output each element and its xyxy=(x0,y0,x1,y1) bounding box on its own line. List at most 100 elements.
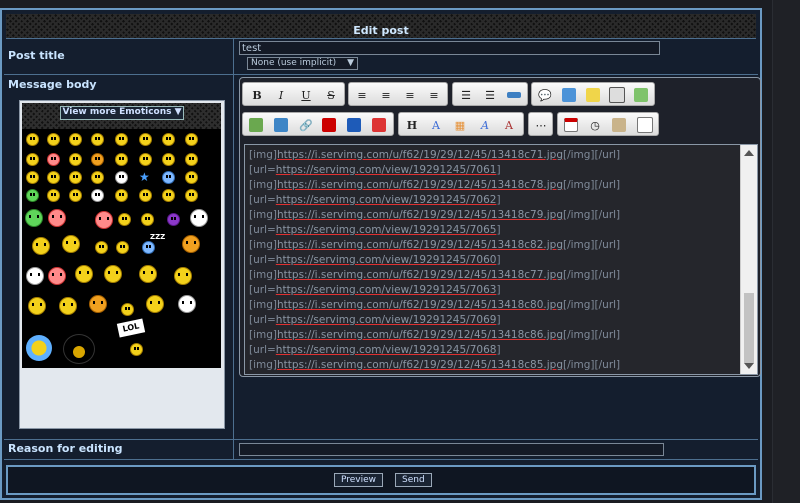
reason-input[interactable] xyxy=(239,443,664,456)
bold-button[interactable]: B xyxy=(249,87,265,103)
blush-icon[interactable] xyxy=(47,153,60,166)
color-icon[interactable]: ▦ xyxy=(452,117,468,133)
cool-icon[interactable] xyxy=(139,153,152,166)
tongue-icon[interactable] xyxy=(26,153,39,166)
scared-icon[interactable] xyxy=(190,209,208,227)
reading-icon[interactable] xyxy=(121,303,134,316)
flower-icon[interactable] xyxy=(26,335,52,361)
jump-icon[interactable] xyxy=(116,241,129,254)
cheer-icon[interactable] xyxy=(62,235,80,253)
textarea-scrollbar[interactable] xyxy=(740,145,757,374)
image-icon[interactable] xyxy=(248,117,264,133)
align-right-icon[interactable]: ≡ xyxy=(402,87,418,103)
laugh-icon[interactable] xyxy=(139,133,152,146)
table-icon[interactable] xyxy=(633,87,649,103)
link-icon[interactable]: 🔗 xyxy=(298,117,314,133)
evil-icon[interactable] xyxy=(91,171,104,184)
reindeer-icon[interactable] xyxy=(104,265,122,283)
align-left-icon[interactable]: ≡ xyxy=(354,87,370,103)
bunny-icon[interactable] xyxy=(48,209,66,227)
confused-icon[interactable] xyxy=(185,153,198,166)
eyes-icon[interactable] xyxy=(115,171,128,184)
bored-icon[interactable] xyxy=(162,189,175,202)
hide-icon[interactable] xyxy=(609,87,625,103)
pharaoh-icon[interactable] xyxy=(139,265,157,283)
apple-icon[interactable] xyxy=(48,267,66,285)
source-icon[interactable] xyxy=(637,117,653,133)
cold-icon[interactable] xyxy=(162,171,175,184)
font-family-icon[interactable]: A xyxy=(477,117,493,133)
language-select[interactable]: None (use implicit) ▼ xyxy=(247,57,358,70)
post-title-input[interactable]: test xyxy=(239,41,660,55)
view-more-emoticons-button[interactable]: View more Emoticons ▼ xyxy=(60,106,184,120)
rolling-eyes-icon[interactable] xyxy=(69,189,82,202)
afro-icon[interactable] xyxy=(64,335,94,363)
bullet-list-icon[interactable]: ☰ xyxy=(458,87,474,103)
font-size-icon[interactable]: A xyxy=(428,117,444,133)
jester-icon[interactable] xyxy=(59,297,77,315)
cook-icon[interactable] xyxy=(146,295,164,313)
underline-button[interactable]: U xyxy=(298,87,314,103)
star-icon[interactable]: ★ xyxy=(139,171,150,183)
wink-icon[interactable] xyxy=(91,133,104,146)
clock-icon[interactable]: ◷ xyxy=(587,117,603,133)
ninja-icon[interactable] xyxy=(174,267,192,285)
italic-button[interactable]: I xyxy=(273,87,289,103)
dailymotion-icon[interactable] xyxy=(346,117,362,133)
scroll-down-icon[interactable] xyxy=(744,363,754,369)
devil-icon[interactable] xyxy=(167,213,180,226)
horizontal-rule-icon[interactable] xyxy=(506,87,522,103)
dance-icon[interactable] xyxy=(32,237,50,255)
smile-icon[interactable] xyxy=(26,133,39,146)
cry-icon[interactable] xyxy=(115,153,128,166)
sad-icon[interactable] xyxy=(69,133,82,146)
sun-icon[interactable] xyxy=(182,235,200,253)
robot-icon[interactable] xyxy=(178,295,196,313)
youtube-icon[interactable] xyxy=(321,117,337,133)
code-icon[interactable] xyxy=(561,87,577,103)
wave-icon[interactable] xyxy=(118,213,131,226)
align-center-icon[interactable]: ≡ xyxy=(378,87,394,103)
smirk-icon[interactable] xyxy=(115,189,128,202)
align-justify-icon[interactable]: ≡ xyxy=(426,87,442,103)
angry-icon[interactable] xyxy=(69,153,82,166)
football-icon[interactable] xyxy=(89,295,107,313)
sick-icon[interactable] xyxy=(26,189,39,202)
neutral-icon[interactable] xyxy=(162,153,175,166)
king-icon[interactable] xyxy=(28,297,46,315)
ghost-icon[interactable] xyxy=(91,189,104,202)
scroll-thumb[interactable] xyxy=(744,293,754,363)
sleepy-icon[interactable] xyxy=(69,171,82,184)
strike-button[interactable]: S xyxy=(323,87,339,103)
send-button[interactable]: Send xyxy=(395,473,432,487)
bounce-icon[interactable] xyxy=(95,241,108,254)
grin-icon[interactable] xyxy=(47,133,60,146)
idea-icon[interactable] xyxy=(47,171,60,184)
lol-icon[interactable] xyxy=(130,343,143,356)
mad-icon[interactable] xyxy=(91,153,104,166)
shy-icon[interactable] xyxy=(141,213,154,226)
sleep-icon[interactable] xyxy=(142,241,155,254)
question-icon[interactable] xyxy=(26,171,39,184)
flash-icon[interactable] xyxy=(371,117,387,133)
spoiler-icon[interactable] xyxy=(585,87,601,103)
remove-format-icon[interactable]: A xyxy=(501,117,517,133)
lick-icon[interactable] xyxy=(185,189,198,202)
exclamation-icon[interactable] xyxy=(185,133,198,146)
alien-icon[interactable] xyxy=(25,209,43,227)
numbered-list-icon[interactable]: ☰ xyxy=(482,87,498,103)
heart-eyes-icon[interactable] xyxy=(185,171,198,184)
host-image-icon[interactable] xyxy=(273,117,289,133)
bunny-white-icon[interactable] xyxy=(26,267,44,285)
thinking-icon[interactable] xyxy=(139,189,152,202)
dizzy-icon[interactable] xyxy=(47,189,60,202)
preview-button[interactable]: Preview xyxy=(334,473,384,487)
more-icon[interactable]: ⋯ xyxy=(533,117,549,133)
paste-icon[interactable] xyxy=(611,117,627,133)
calendar-icon[interactable] xyxy=(563,117,579,133)
pig-icon[interactable] xyxy=(95,211,113,229)
surprised-icon[interactable] xyxy=(115,133,128,146)
santa-icon[interactable] xyxy=(75,265,93,283)
scroll-up-icon[interactable] xyxy=(744,150,754,156)
header-button[interactable]: H xyxy=(404,117,420,133)
